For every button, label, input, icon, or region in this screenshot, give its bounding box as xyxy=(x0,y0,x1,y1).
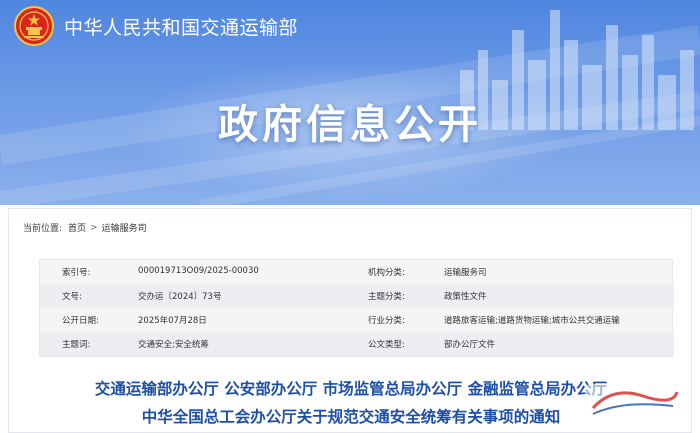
subject-category-label: 主题分类: xyxy=(368,292,405,302)
industry-category-label: 行业分类: xyxy=(368,316,405,326)
index-number-value: 000019713O09/2025-00030 xyxy=(138,266,259,276)
index-number-label: 索引号: xyxy=(62,268,91,278)
ministry-name: 中华人民共和国交通运输部 xyxy=(64,16,299,39)
ministry-header[interactable]: 中华人民共和国交通运输部 xyxy=(14,6,298,46)
breadcrumb-home-link[interactable]: 首页 xyxy=(68,221,86,234)
metadata-row: 索引号: 000019713O09/2025-00030 机构分类: 运输服务司 xyxy=(40,260,674,284)
keywords-value: 交通安全;安全统筹 xyxy=(138,340,209,350)
metadata-row: 主题词: 交通安全;安全统筹 公文类型: 部办公厅文件 xyxy=(40,332,674,356)
portal-title: 政府信息公开 xyxy=(218,102,482,148)
document-number-value: 交办运〔2024〕73号 xyxy=(138,292,222,302)
document-type-value: 部办公厅文件 xyxy=(444,340,496,350)
national-emblem-icon xyxy=(14,6,54,46)
publish-date-value: 2025年07月28日 xyxy=(138,316,207,326)
metadata-row: 公开日期: 2025年07月28日 行业分类: 道路旅客运输;道路货物运输;城市… xyxy=(40,308,674,332)
breadcrumb-transport-services-link[interactable]: 运输服务司 xyxy=(102,221,147,234)
metadata-row: 文号: 交办运〔2024〕73号 主题分类: 政策性文件 xyxy=(40,284,674,308)
document-metadata-table: 索引号: 000019713O09/2025-00030 机构分类: 运输服务司… xyxy=(39,259,674,357)
content-card: 当前位置: 首页 > 运输服务司 索引号: 000019713O09/2025-… xyxy=(8,208,692,433)
document-number-label: 文号: xyxy=(62,292,82,302)
industry-category-value: 道路旅客运输;道路货物运输;城市公共交通运输 xyxy=(444,316,620,326)
subject-category-value: 政策性文件 xyxy=(444,292,487,302)
keywords-label: 主题词: xyxy=(62,340,91,350)
agency-category-value: 运输服务司 xyxy=(444,268,487,278)
document-type-label: 公文类型: xyxy=(368,340,405,350)
site-watermark-logo xyxy=(585,384,681,418)
breadcrumb-separator: > xyxy=(90,222,98,233)
publish-date-label: 公开日期: xyxy=(62,316,99,326)
agency-category-label: 机构分类: xyxy=(368,268,405,278)
breadcrumb: 当前位置: 首页 > 运输服务司 xyxy=(23,221,147,235)
breadcrumb-prefix: 当前位置: xyxy=(23,224,63,234)
header-banner: 中华人民共和国交通运输部 政府信息公开 xyxy=(0,0,700,205)
